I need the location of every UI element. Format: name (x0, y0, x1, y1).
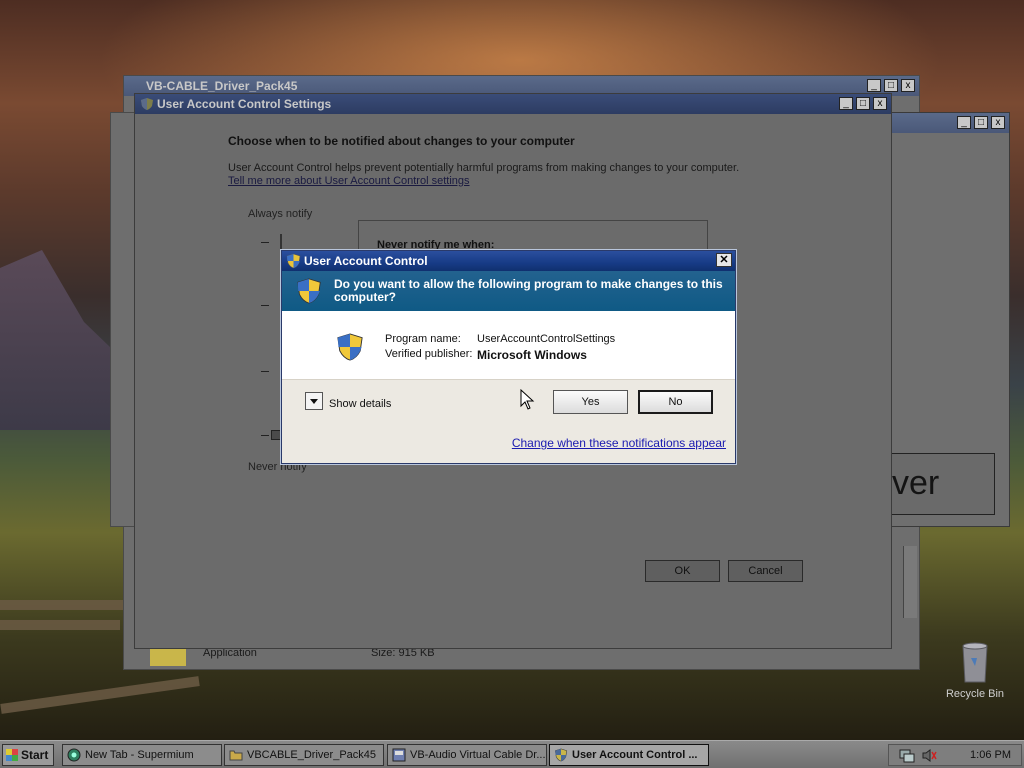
taskbar-button-uac[interactable]: User Account Control ... (549, 744, 709, 766)
close-icon: x (991, 116, 1005, 129)
settings-cancel-button: Cancel (728, 560, 803, 582)
program-name-value: UserAccountControlSettings (477, 333, 616, 345)
maximize-icon: □ (884, 79, 898, 92)
taskbar-button-folder[interactable]: VBCABLE_Driver_Pack45 (224, 744, 384, 766)
close-icon: x (873, 97, 887, 110)
installer-icon (392, 748, 406, 762)
taskbar-button-installer[interactable]: VB-Audio Virtual Cable Dr... (387, 744, 547, 766)
recycle-bin-icon (962, 642, 988, 683)
no-button[interactable]: No (638, 390, 713, 414)
taskbar-button-label: New Tab - Supermium (85, 749, 194, 761)
shield-icon (141, 98, 153, 110)
start-label: Start (21, 748, 49, 762)
browser-icon (67, 748, 81, 762)
uac-question-text: Do you want to allow the following progr… (334, 277, 723, 304)
settings-description: User Account Control helps prevent poten… (228, 162, 740, 174)
program-info-panel: Program name: UserAccountControlSettings… (282, 311, 735, 379)
minimize-icon: _ (957, 116, 971, 129)
slider-tick (261, 305, 269, 306)
maximize-icon: □ (856, 97, 870, 110)
folder-icon (229, 750, 243, 761)
yes-button[interactable]: Yes (553, 390, 628, 414)
scrollbar (903, 546, 917, 618)
settings-help-link: Tell me more about User Account Control … (228, 175, 470, 187)
taskbar: Start New Tab - Supermium VBCABLE_Driver… (0, 740, 1024, 768)
installer-window-right: _ □ x ver (890, 112, 1010, 527)
show-details-button[interactable] (305, 392, 323, 410)
slider-tick (261, 242, 269, 243)
driver-text-box: ver (891, 453, 995, 515)
change-notifications-link[interactable]: Change when these notifications appear (512, 436, 726, 450)
uac-question-banner: Do you want to allow the following progr… (282, 271, 735, 311)
network-icon[interactable] (899, 748, 915, 763)
uac-dialog-titlebar: User Account Control ✕ (282, 251, 735, 271)
slider-tick (261, 371, 269, 372)
taskbar-button-label: VB-Audio Virtual Cable Dr... (410, 749, 546, 761)
system-tray: 1:06 PM (888, 744, 1022, 766)
taskbar-button-label: VBCABLE_Driver_Pack45 (247, 749, 377, 761)
close-icon: x (901, 79, 915, 92)
taskbar-button-label: User Account Control ... (572, 749, 698, 761)
shield-icon (286, 253, 301, 269)
windows-logo-icon (6, 749, 18, 761)
uac-settings-title: User Account Control Settings (157, 97, 332, 111)
taskbar-button-supermium[interactable]: New Tab - Supermium (62, 744, 222, 766)
program-name-label: Program name: (385, 333, 461, 345)
start-button[interactable]: Start (2, 744, 54, 766)
mouse-cursor-icon (520, 389, 535, 410)
publisher-label: Verified publisher: (385, 348, 473, 360)
file-icon (150, 646, 186, 666)
driver-partial-text: ver (892, 464, 940, 502)
clock[interactable]: 1:06 PM (970, 749, 1011, 761)
uac-dialog: User Account Control ✕ Do you want to al… (281, 250, 736, 464)
uac-settings-titlebar: User Account Control Settings (135, 94, 891, 114)
minimize-icon: _ (839, 97, 853, 110)
volume-icon[interactable] (921, 748, 937, 763)
settings-heading: Choose when to be notified about changes… (228, 134, 575, 148)
fence-rail (0, 676, 200, 714)
fence-rail (0, 600, 140, 610)
shield-icon (555, 748, 567, 762)
recycle-bin-label: Recycle Bin (945, 688, 1005, 700)
uac-button-area: Show details Yes No Change when these no… (282, 379, 735, 463)
program-shield-icon (337, 333, 363, 361)
slider-tick (261, 435, 269, 436)
maximize-icon: □ (974, 116, 988, 129)
uac-dialog-title: User Account Control (304, 254, 428, 268)
close-button[interactable]: ✕ (716, 253, 732, 267)
minimize-icon: _ (867, 79, 881, 92)
publisher-value: Microsoft Windows (477, 348, 587, 362)
settings-ok-button: OK (645, 560, 720, 582)
show-details-label[interactable]: Show details (329, 398, 391, 410)
slider-top-label: Always notify (248, 208, 313, 220)
shield-icon (297, 278, 321, 304)
fence-rail (0, 620, 120, 630)
